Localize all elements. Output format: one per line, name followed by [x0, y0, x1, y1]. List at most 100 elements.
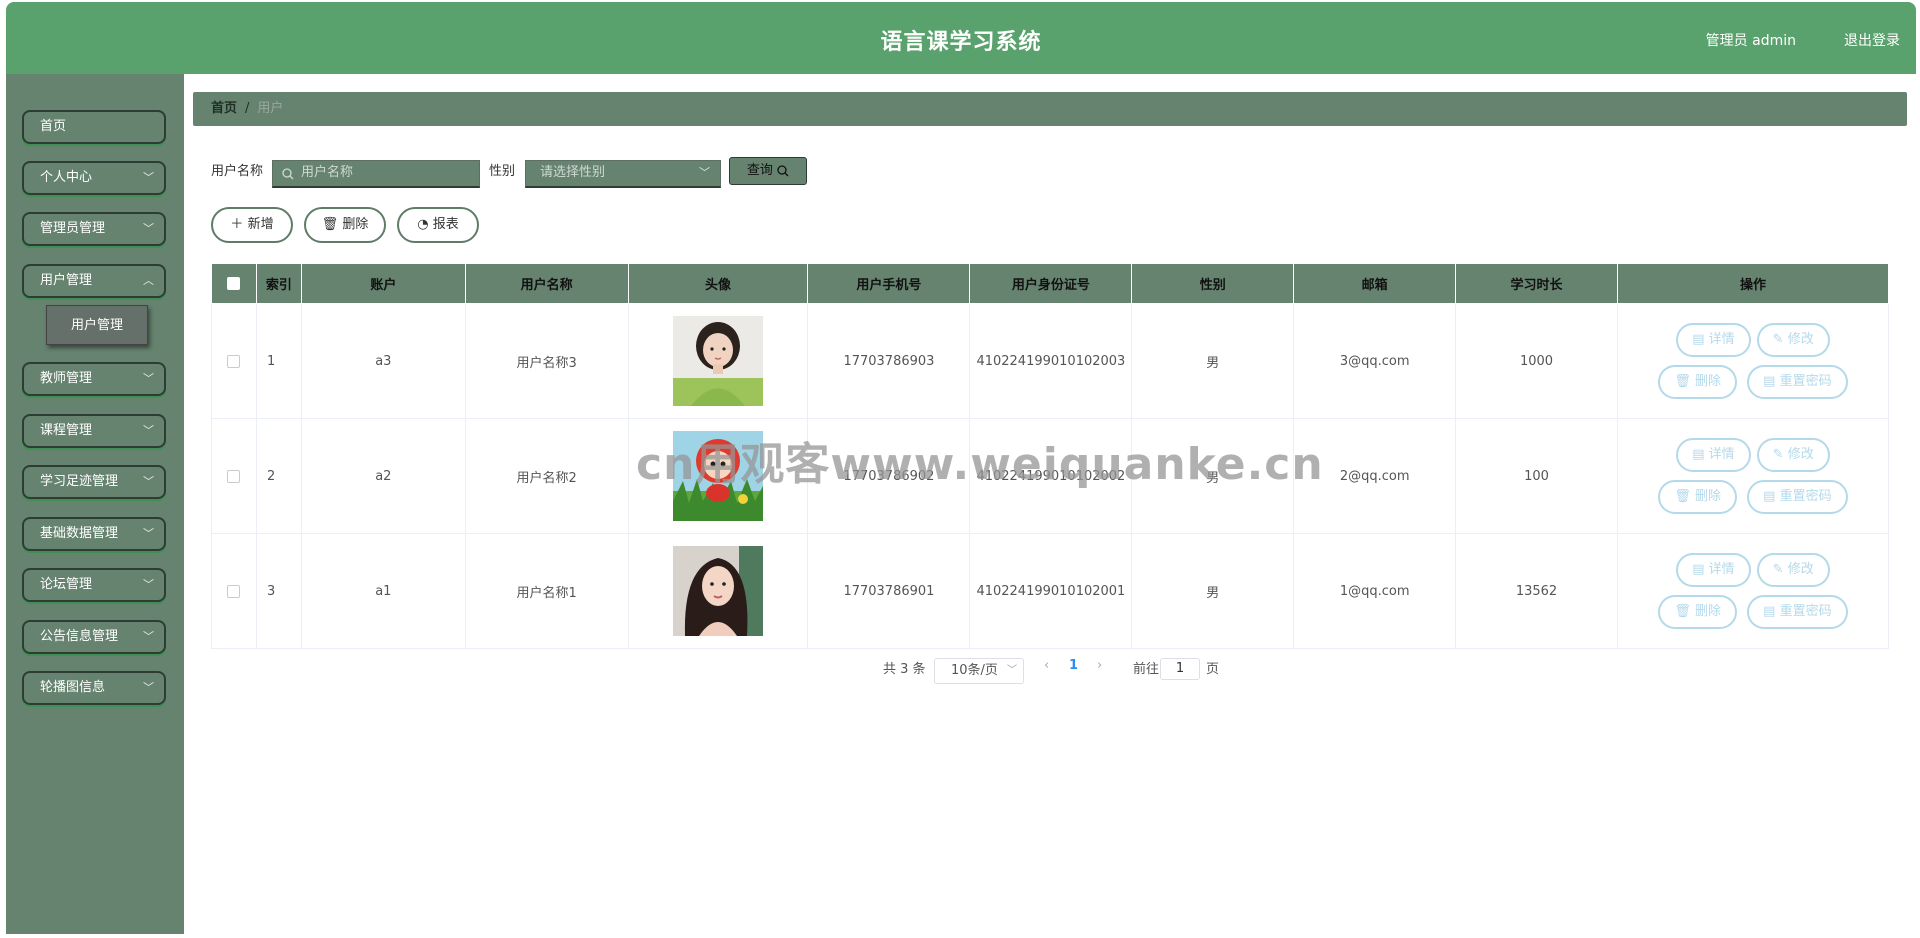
goto-suffix: 页 — [1206, 662, 1220, 677]
system-title: 语言课学习系统 — [880, 30, 1042, 55]
avatar-cell — [627, 418, 809, 534]
row-select-cell — [211, 303, 257, 419]
detail-button[interactable]: ▤ 详情 — [1676, 553, 1751, 587]
sidebar-item-label: 论坛管理 — [40, 577, 93, 592]
breadcrumb-home[interactable]: 首页 — [211, 101, 237, 116]
edit-label: 修改 — [1787, 562, 1814, 577]
chevron-down-icon: ﹀ — [143, 630, 154, 643]
edit-label: 修改 — [1787, 447, 1814, 462]
app-window: 语言课学习系统 管理员 admin 退出登录 首页 个人中心 ﹀ 管理员管理 ﹀… — [0, 0, 1920, 938]
query-button-label: 查询 — [746, 163, 773, 178]
logout-link[interactable]: 退出登录 — [1844, 30, 1900, 50]
row-delete-button[interactable]: 🗑 删除 — [1658, 365, 1737, 399]
sidebar-item-label: 用户管理 — [40, 273, 93, 288]
reset-password-button[interactable]: ▤ 重置密码 — [1747, 365, 1848, 399]
name-cell: 用户名称2 — [464, 418, 629, 534]
detail-button[interactable]: ▤ 详情 — [1676, 438, 1751, 472]
edit-button[interactable]: ✎ 修改 — [1756, 323, 1830, 357]
pencil-icon: ✎ — [1772, 562, 1788, 577]
breadcrumb: 首页 / 用户 — [193, 92, 1907, 126]
id-card-cell: 410224199010102001 — [969, 533, 1133, 649]
document-icon: ▤ — [1763, 604, 1780, 619]
sidebar-item-label: 管理员管理 — [40, 221, 106, 236]
email-cell: 1@qq.com — [1293, 533, 1457, 649]
detail-label: 详情 — [1708, 562, 1735, 577]
gender-select[interactable]: 请选择性别 ﹀ — [525, 160, 721, 188]
goto-page-input[interactable]: 1 — [1160, 658, 1200, 680]
detail-button[interactable]: ▤ 详情 — [1676, 323, 1751, 357]
sidebar-item-carousel[interactable]: 轮播图信息 ﹀ — [22, 671, 166, 705]
user-name-placeholder: 用户名称 — [301, 165, 354, 180]
study-time-cell: 100 — [1455, 418, 1618, 534]
row-delete-button[interactable]: 🗑 删除 — [1658, 595, 1737, 629]
top-header: 语言课学习系统 管理员 admin 退出登录 — [6, 2, 1916, 74]
trash-icon: 🗑 — [321, 217, 339, 232]
account-cell: a3 — [300, 303, 466, 419]
select-all-cell — [211, 263, 257, 304]
edit-button[interactable]: ✎ 修改 — [1756, 553, 1830, 587]
gender-cell: 男 — [1131, 533, 1295, 649]
avatar — [673, 316, 764, 406]
prev-page-icon[interactable]: ‹ — [1044, 658, 1049, 673]
document-icon: ▤ — [1692, 447, 1709, 462]
table-header-row: 索引 账户 用户名称 头像 用户手机号 用户身份证号 性别 邮箱 学习时长 操作 — [211, 263, 1890, 304]
gender-placeholder: 请选择性别 — [540, 165, 606, 180]
reset-password-button[interactable]: ▤ 重置密码 — [1747, 595, 1848, 629]
user-name-search-input[interactable]: 用户名称 — [272, 160, 480, 188]
sidebar-item-forum-management[interactable]: 论坛管理 ﹀ — [22, 568, 166, 602]
phone-cell: 17703786901 — [807, 533, 971, 649]
page-size-value: 10条/页 — [951, 663, 998, 678]
pencil-icon: ✎ — [1772, 332, 1788, 347]
sidebar-item-user-management[interactable]: 用户管理 ︿ — [22, 264, 166, 298]
chevron-down-icon: ﹀ — [143, 475, 154, 488]
sidebar-item-teacher-management[interactable]: 教师管理 ﹀ — [22, 362, 166, 396]
reset-password-button[interactable]: ▤ 重置密码 — [1747, 480, 1848, 514]
operations-group: ▤ 详情 ✎ 修改🗑 删除 ▤ 重置密码 — [1635, 434, 1871, 518]
phone-cell: 17703786903 — [807, 303, 971, 419]
sidebar-item-label: 首页 — [40, 119, 67, 134]
select-all-checkbox[interactable] — [227, 277, 241, 290]
delete-label: 删除 — [1694, 604, 1721, 619]
delete-label: 删除 — [1694, 374, 1721, 389]
row-checkbox[interactable] — [227, 354, 241, 368]
submenu-item-user-management[interactable]: 用户管理 — [46, 305, 148, 345]
page-number-current[interactable]: 1 — [1069, 658, 1078, 673]
page-size-select[interactable]: 10条/页 ﹀ — [934, 658, 1024, 684]
user-name-label: 用户名称 — [211, 164, 264, 179]
sidebar-item-basic-data[interactable]: 基础数据管理 ﹀ — [22, 517, 166, 551]
search-icon — [282, 161, 294, 185]
phone-cell: 17703786902 — [807, 418, 971, 534]
report-button-label: 报表 — [432, 217, 459, 232]
sidebar-item-label: 个人中心 — [40, 170, 93, 185]
gender-label: 性别 — [489, 164, 516, 179]
chevron-down-icon: ﹀ — [699, 166, 710, 179]
report-button[interactable]: ◔ 报表 — [397, 207, 479, 243]
sidebar-item-course-management[interactable]: 课程管理 ﹀ — [22, 414, 166, 448]
detail-label: 详情 — [1708, 447, 1735, 462]
sidebar-item-announcement[interactable]: 公告信息管理 ﹀ — [22, 620, 166, 654]
add-button[interactable]: ＋ 新增 — [211, 207, 293, 243]
delete-button[interactable]: 🗑 删除 — [304, 207, 386, 243]
reset-label: 重置密码 — [1779, 374, 1832, 389]
add-button-label: 新增 — [247, 217, 274, 232]
query-button[interactable]: 查询 — [729, 157, 807, 185]
row-checkbox[interactable] — [227, 584, 241, 598]
next-page-icon[interactable]: › — [1097, 658, 1102, 673]
row-delete-button[interactable]: 🗑 删除 — [1658, 480, 1737, 514]
name-cell: 用户名称1 — [464, 533, 629, 649]
row-checkbox[interactable] — [227, 469, 241, 483]
sidebar-item-admin-management[interactable]: 管理员管理 ﹀ — [22, 212, 166, 246]
chevron-down-icon: ﹀ — [143, 372, 154, 385]
sidebar-item-personal-center[interactable]: 个人中心 ﹀ — [22, 161, 166, 195]
reset-label: 重置密码 — [1779, 489, 1832, 504]
edit-button[interactable]: ✎ 修改 — [1756, 438, 1830, 472]
operations-group: ▤ 详情 ✎ 修改🗑 删除 ▤ 重置密码 — [1635, 549, 1871, 633]
sidebar-item-study-footprint[interactable]: 学习足迹管理 ﹀ — [22, 465, 166, 499]
gender-cell: 男 — [1131, 418, 1295, 534]
study-time-cell: 1000 — [1455, 303, 1618, 419]
trash-icon: 🗑 — [1674, 604, 1695, 619]
trash-icon: 🗑 — [1674, 374, 1695, 389]
pie-chart-icon: ◔ — [417, 217, 429, 232]
sidebar-item-home[interactable]: 首页 — [22, 110, 166, 144]
avatar-cell — [627, 533, 809, 649]
